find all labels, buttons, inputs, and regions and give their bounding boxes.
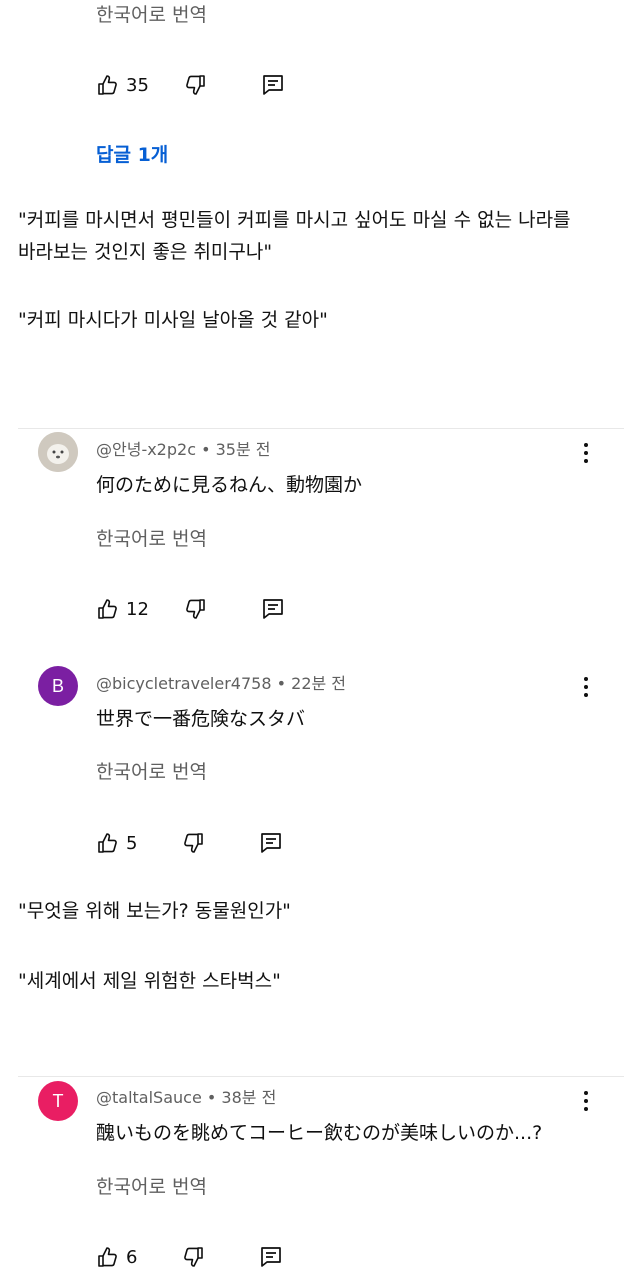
translate-link[interactable]: 한국어로 번역 bbox=[96, 524, 207, 551]
comment-text: 世界で一番危険なスタバ bbox=[96, 708, 306, 730]
dislike-button[interactable] bbox=[181, 1245, 205, 1269]
comment-author[interactable]: @taltalSauce bbox=[96, 1088, 202, 1107]
comment-text: 何のために見るねん、動物園か bbox=[96, 474, 363, 496]
reply-icon bbox=[263, 599, 283, 619]
thumbs-down-icon bbox=[186, 75, 205, 95]
comment-meta: @taltalSauce • 38분 전 bbox=[96, 1084, 276, 1108]
dog-avatar-icon bbox=[38, 432, 78, 472]
meta-separator: • bbox=[201, 440, 211, 459]
thumbs-up-icon bbox=[98, 75, 117, 95]
thumbs-down-icon bbox=[186, 599, 205, 619]
comment-actions: 5 bbox=[96, 828, 283, 858]
caption-line: "커피를 마시면서 평민들이 커피를 마시고 싶어도 마실 수 없는 나라를 bbox=[18, 209, 571, 231]
divider bbox=[18, 428, 624, 429]
reply-button[interactable] bbox=[259, 1245, 283, 1269]
comment-author[interactable]: @안녕-x2p2c bbox=[96, 440, 196, 459]
thumbs-down-icon bbox=[184, 833, 204, 853]
like-count: 35 bbox=[126, 74, 149, 96]
comment-time: 22분 전 bbox=[291, 674, 347, 693]
translate-link[interactable]: 한국어로 번역 bbox=[96, 757, 207, 784]
dislike-button[interactable] bbox=[181, 831, 205, 855]
meta-separator: • bbox=[276, 674, 287, 693]
dislike-button[interactable] bbox=[183, 597, 207, 621]
avatar[interactable]: B bbox=[38, 666, 78, 706]
comment-actions: 6 bbox=[96, 1242, 283, 1272]
divider bbox=[18, 1076, 624, 1077]
avatar[interactable] bbox=[38, 432, 78, 472]
thumbs-up-icon bbox=[98, 599, 117, 619]
comment-meta: @bicycletraveler4758 • 22분 전 bbox=[96, 670, 346, 694]
reply-icon bbox=[261, 1247, 282, 1267]
like-button[interactable]: 6 bbox=[96, 1245, 137, 1269]
thumbs-down-icon bbox=[184, 1247, 204, 1267]
comment-actions: 35 bbox=[96, 70, 285, 100]
like-count: 5 bbox=[126, 832, 138, 854]
comment-time: 38분 전 bbox=[221, 1088, 277, 1107]
translation-caption: "커피 마시다가 미사일 날아올 것 같아" bbox=[18, 309, 328, 331]
reply-button[interactable] bbox=[261, 73, 285, 97]
comment-actions: 12 bbox=[96, 594, 285, 624]
avatar[interactable]: T bbox=[38, 1081, 78, 1121]
translation-caption: "무엇을 위해 보는가? 동물원인가" bbox=[18, 900, 291, 922]
like-count: 6 bbox=[126, 1246, 138, 1268]
like-button[interactable]: 12 bbox=[96, 597, 149, 621]
translate-link[interactable]: 한국어로 번역 bbox=[96, 0, 207, 27]
reply-button[interactable] bbox=[261, 597, 285, 621]
reply-icon bbox=[261, 833, 282, 853]
translate-link[interactable]: 한국어로 번역 bbox=[96, 1172, 207, 1199]
like-button[interactable]: 35 bbox=[96, 73, 149, 97]
reply-icon bbox=[263, 75, 283, 95]
comment-time: 35분 전 bbox=[215, 440, 271, 459]
replies-link[interactable]: 답글 1개 bbox=[96, 140, 168, 167]
more-vert-icon[interactable] bbox=[580, 441, 592, 465]
caption-line: 바라보는 것인지 좋은 취미구나" bbox=[18, 241, 273, 263]
translation-caption: "세계에서 제일 위험한 스타벅스" bbox=[18, 970, 281, 992]
like-button[interactable]: 5 bbox=[96, 831, 137, 855]
dislike-button[interactable] bbox=[183, 73, 207, 97]
more-vert-icon[interactable] bbox=[580, 675, 592, 699]
like-count: 12 bbox=[126, 598, 149, 620]
translation-caption: "커피를 마시면서 평민들이 커피를 마시고 싶어도 마실 수 없는 나라를 바… bbox=[18, 204, 628, 268]
comment-text: 醜いものを眺めてコーヒー飲むのが美味しいのか...? bbox=[96, 1122, 543, 1144]
meta-separator: • bbox=[206, 1088, 217, 1107]
more-vert-icon[interactable] bbox=[580, 1089, 592, 1113]
comment-meta: @안녕-x2p2c • 35분 전 bbox=[96, 436, 271, 460]
comment-author[interactable]: @bicycletraveler4758 bbox=[96, 674, 272, 693]
reply-button[interactable] bbox=[259, 831, 283, 855]
thumbs-up-icon bbox=[98, 833, 117, 853]
thumbs-up-icon bbox=[98, 1247, 117, 1267]
